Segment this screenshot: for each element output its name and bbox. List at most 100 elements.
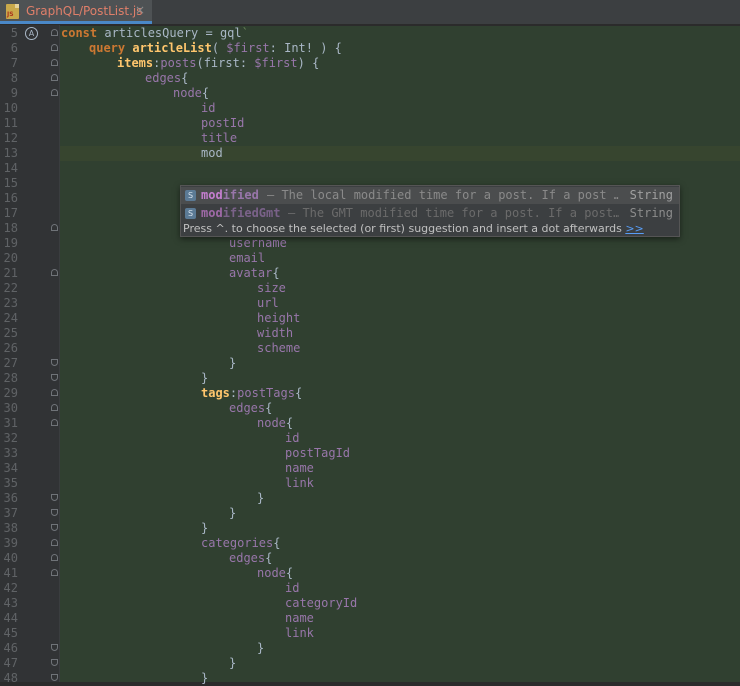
- fold-marker-icon[interactable]: [51, 524, 58, 531]
- code-token: mod: [201, 146, 223, 160]
- line-number: 48: [3, 671, 18, 685]
- code-token: id: [201, 101, 216, 115]
- line-number: 23: [3, 296, 18, 310]
- code-token: {: [273, 536, 281, 550]
- fold-marker-icon[interactable]: [51, 494, 58, 501]
- completion-item-description: – The GMT modified time for a post. If a…: [288, 206, 619, 220]
- line-number: 34: [3, 461, 18, 475]
- code-line[interactable]: 21 avatar{: [0, 266, 740, 281]
- code-line[interactable]: 7 items:posts(first: $first) {: [0, 56, 740, 71]
- fold-marker-icon[interactable]: [51, 269, 58, 276]
- code-token: username: [229, 236, 287, 250]
- code-line[interactable]: 22 size: [0, 281, 740, 296]
- fold-marker-icon[interactable]: [51, 389, 58, 396]
- fold-marker-icon[interactable]: [51, 644, 58, 651]
- close-tab-icon[interactable]: ×: [135, 3, 145, 17]
- code-line[interactable]: 34 name: [0, 461, 740, 476]
- code-line[interactable]: 37}: [0, 506, 740, 521]
- fold-marker-icon[interactable]: [51, 674, 58, 681]
- code-text: url: [257, 296, 279, 311]
- code-line[interactable]: 12 title: [0, 131, 740, 146]
- fold-marker-icon[interactable]: [51, 44, 58, 51]
- completion-item[interactable]: Smodified – The local modified time for a…: [181, 187, 679, 204]
- code-token: scheme: [257, 341, 301, 355]
- fold-marker-icon[interactable]: [51, 569, 58, 576]
- fold-marker-icon[interactable]: [51, 359, 58, 366]
- code-text: edges{: [229, 551, 272, 566]
- line-number: 14: [3, 161, 18, 175]
- code-line[interactable]: 23 url: [0, 296, 740, 311]
- code-line[interactable]: 13 mod: [0, 146, 740, 161]
- code-line[interactable]: 27}: [0, 356, 740, 371]
- code-line[interactable]: 40 edges{: [0, 551, 740, 566]
- code-line[interactable]: 19 username: [0, 236, 740, 251]
- code-line[interactable]: 39 categories{: [0, 536, 740, 551]
- code-line[interactable]: 36}: [0, 491, 740, 506]
- line-number: 13: [3, 146, 18, 160]
- fold-marker-icon[interactable]: [51, 539, 58, 546]
- code-line[interactable]: 41 node{: [0, 566, 740, 581]
- code-line[interactable]: 6 query articleList( $first: Int! ) {: [0, 41, 740, 56]
- code-text: link: [285, 626, 314, 641]
- code-line[interactable]: 48}: [0, 671, 740, 686]
- code-line[interactable]: 31 node{: [0, 416, 740, 431]
- fold-marker-icon[interactable]: [51, 404, 58, 411]
- code-text: edges{: [229, 401, 272, 416]
- fold-marker-icon[interactable]: [51, 29, 58, 36]
- code-line[interactable]: 26 scheme: [0, 341, 740, 356]
- code-line[interactable]: 30 edges{: [0, 401, 740, 416]
- fold-marker-icon[interactable]: [51, 419, 58, 426]
- code-line[interactable]: 5 const articlesQuery = gql`: [0, 26, 740, 41]
- fold-marker-icon[interactable]: [51, 59, 58, 66]
- line-number: 46: [3, 641, 18, 655]
- code-token: posts: [160, 56, 197, 70]
- code-line[interactable]: 42 id: [0, 581, 740, 596]
- line-number: 31: [3, 416, 18, 430]
- code-token: {: [265, 551, 273, 565]
- code-line[interactable]: 10 id: [0, 101, 740, 116]
- completion-item[interactable]: SmodifiedGmt – The GMT modified time for …: [181, 205, 679, 222]
- code-line[interactable]: 43 categoryId: [0, 596, 740, 611]
- code-line[interactable]: 28}: [0, 371, 740, 386]
- completion-item-description: – The local modified time for a post. If…: [267, 188, 619, 202]
- code-line[interactable]: 8 edges{: [0, 71, 740, 86]
- code-text: const articlesQuery = gql`: [61, 26, 249, 41]
- code-line[interactable]: 24 height: [0, 311, 740, 326]
- code-token: edges: [229, 401, 266, 415]
- code-line[interactable]: 32 id: [0, 431, 740, 446]
- code-line[interactable]: 9 node{: [0, 86, 740, 101]
- code-token: }: [201, 371, 209, 385]
- code-line[interactable]: 44 name: [0, 611, 740, 626]
- code-line[interactable]: 46}: [0, 641, 740, 656]
- fold-marker-icon[interactable]: [51, 74, 58, 81]
- code-line[interactable]: 20 email: [0, 251, 740, 266]
- code-line[interactable]: 11 postId: [0, 116, 740, 131]
- code-line[interactable]: 33 postTagId: [0, 446, 740, 461]
- fold-marker-icon[interactable]: [51, 374, 58, 381]
- code-line[interactable]: 25 width: [0, 326, 740, 341]
- code-line[interactable]: 29 tags:postTags{: [0, 386, 740, 401]
- fold-marker-icon[interactable]: [51, 554, 58, 561]
- fold-marker-icon[interactable]: [51, 224, 58, 231]
- code-line[interactable]: 38}: [0, 521, 740, 536]
- fold-marker-icon[interactable]: [51, 89, 58, 96]
- code-text: }: [257, 491, 264, 506]
- fold-marker-icon[interactable]: [51, 509, 58, 516]
- code-editor[interactable]: A 5 const articlesQuery = gql` 6 query arti…: [0, 25, 740, 685]
- completion-popup[interactable]: Smodified – The local modified time for a…: [180, 185, 680, 237]
- code-token: {: [272, 266, 280, 280]
- completion-match: mod: [201, 188, 223, 202]
- fold-marker-icon[interactable]: [51, 659, 58, 666]
- tab-postlist-js[interactable]: JS GraphQL/PostList.js ×: [0, 0, 152, 24]
- code-token: articleList: [132, 41, 212, 55]
- code-token: link: [285, 476, 314, 490]
- code-text: mod: [201, 146, 223, 161]
- code-line[interactable]: 45 link: [0, 626, 740, 641]
- code-line[interactable]: 47}: [0, 656, 740, 671]
- code-token: name: [285, 611, 314, 625]
- code-line[interactable]: 35 link: [0, 476, 740, 491]
- completion-item-name: modifiedGmt: [201, 206, 280, 221]
- code-line[interactable]: 14: [0, 161, 740, 176]
- completion-more-link[interactable]: >>: [625, 222, 643, 235]
- code-token: edges: [145, 71, 182, 85]
